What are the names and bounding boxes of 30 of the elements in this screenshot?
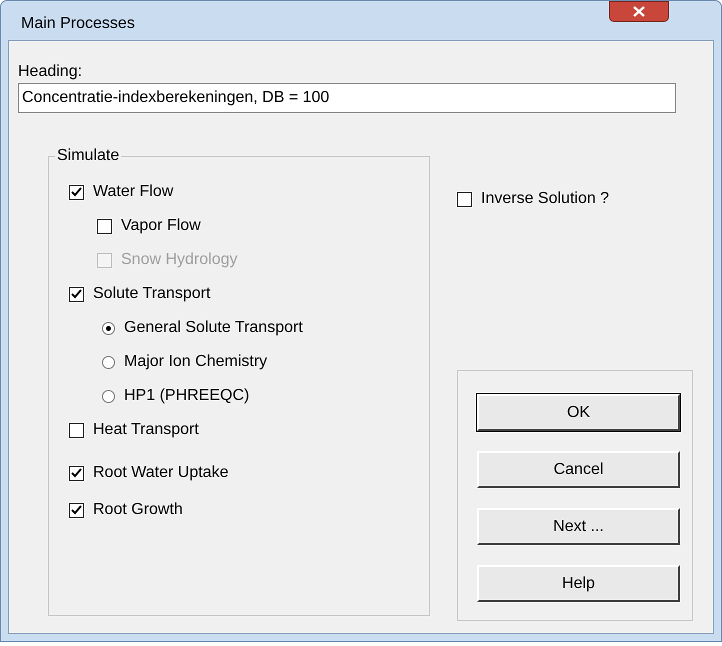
option-label: Water Flow xyxy=(93,182,174,202)
heading-input[interactable]: Concentratie-indexberekeningen, DB = 100 xyxy=(18,83,676,113)
option-label: General Solute Transport xyxy=(124,318,303,338)
radio-button[interactable] xyxy=(102,390,115,402)
dialog-button[interactable]: OK xyxy=(477,394,680,431)
checkbox[interactable] xyxy=(69,286,84,302)
option-label: Major Ion Chemistry xyxy=(124,352,268,372)
option-label: Vapor Flow xyxy=(121,216,201,236)
dialog-button[interactable]: Help xyxy=(477,565,680,602)
option-label: HP1 (PHREEQC) xyxy=(124,386,250,406)
heading-label: Heading: xyxy=(18,62,84,82)
option-label: Inverse Solution ? xyxy=(481,189,610,209)
dialog-button[interactable]: Cancel xyxy=(477,451,680,488)
option-label: Heat Transport xyxy=(93,420,199,440)
option-label: Root Growth xyxy=(93,500,183,520)
close-icon xyxy=(633,6,645,17)
checkbox[interactable] xyxy=(69,184,84,200)
radio-button[interactable] xyxy=(102,356,115,368)
checkbox[interactable] xyxy=(97,218,112,234)
checkbox[interactable] xyxy=(69,502,84,518)
option-label: Snow Hydrology xyxy=(121,250,238,270)
checkbox[interactable] xyxy=(457,192,472,206)
option-label: Root Water Uptake xyxy=(93,463,228,483)
checkbox[interactable] xyxy=(69,466,84,480)
dialog-button[interactable]: Next ... xyxy=(477,508,680,545)
radio-button[interactable] xyxy=(102,322,115,334)
window-title: Main Processes xyxy=(21,14,135,34)
checkbox[interactable] xyxy=(69,422,84,438)
option-label: Solute Transport xyxy=(93,284,210,304)
close-button[interactable] xyxy=(609,1,669,22)
